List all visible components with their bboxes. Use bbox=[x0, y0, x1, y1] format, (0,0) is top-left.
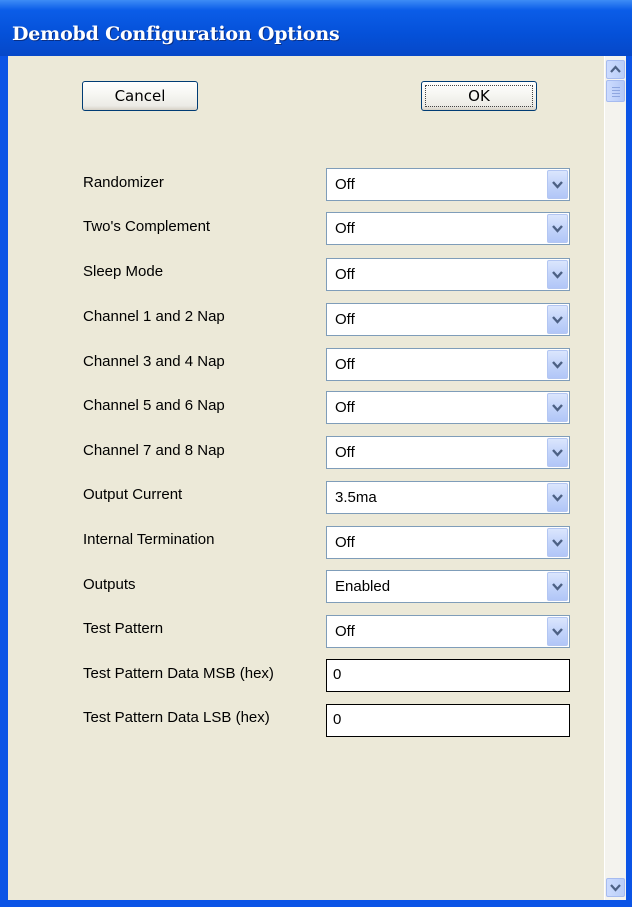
channel-3-4-nap-select[interactable]: Off bbox=[326, 348, 570, 381]
output-current-label: Output Current bbox=[83, 486, 183, 503]
test-pattern-msb-value: 0 bbox=[333, 666, 342, 683]
scroll-down-arrow-icon[interactable] bbox=[606, 878, 625, 897]
sleep-mode-label: Sleep Mode bbox=[83, 263, 164, 280]
chevron-down-icon[interactable] bbox=[547, 350, 568, 379]
channel-3-4-nap-value: Off bbox=[335, 356, 355, 373]
channel-3-4-nap-label: Channel 3 and 4 Nap bbox=[83, 353, 225, 370]
window-frame-right bbox=[626, 56, 632, 907]
vertical-scrollbar[interactable] bbox=[604, 56, 626, 900]
test-pattern-lsb-value: 0 bbox=[333, 711, 342, 728]
cancel-button[interactable]: Cancel bbox=[82, 81, 198, 111]
chevron-down-icon[interactable] bbox=[547, 214, 568, 243]
chevron-down-icon[interactable] bbox=[547, 483, 568, 512]
randomizer-value: Off bbox=[335, 176, 355, 193]
internal-termination-label: Internal Termination bbox=[83, 531, 215, 548]
channel-1-2-nap-value: Off bbox=[335, 311, 355, 328]
channel-1-2-nap-select[interactable]: Off bbox=[326, 303, 570, 336]
window-frame-bottom bbox=[0, 900, 632, 907]
ok-button[interactable]: OK bbox=[421, 81, 537, 111]
chevron-down-icon[interactable] bbox=[547, 305, 568, 334]
title-bar[interactable]: Demobd Configuration Options bbox=[0, 0, 632, 56]
test-pattern-lsb-label: Test Pattern Data LSB (hex) bbox=[83, 709, 270, 726]
channel-7-8-nap-select[interactable]: Off bbox=[326, 436, 570, 469]
test-pattern-label: Test Pattern bbox=[83, 620, 164, 637]
outputs-select[interactable]: Enabled bbox=[326, 570, 570, 603]
internal-termination-value: Off bbox=[335, 534, 355, 551]
twos-complement-select[interactable]: Off bbox=[326, 212, 570, 245]
chevron-down-icon[interactable] bbox=[547, 528, 568, 557]
channel-5-6-nap-value: Off bbox=[335, 399, 355, 416]
dialog-window: Demobd Configuration Options Cancel OK R… bbox=[0, 0, 632, 907]
ok-button-label: OK bbox=[468, 87, 490, 105]
twos-complement-label: Two's Complement bbox=[83, 218, 211, 235]
test-pattern-lsb-input[interactable]: 0 bbox=[326, 704, 570, 737]
scroll-up-arrow-icon[interactable] bbox=[606, 60, 625, 79]
dialog-client-area: Cancel OK Randomizer Off Two's Complemen… bbox=[8, 56, 604, 900]
chevron-down-icon[interactable] bbox=[547, 572, 568, 601]
outputs-value: Enabled bbox=[335, 578, 391, 595]
test-pattern-msb-input[interactable]: 0 bbox=[326, 659, 570, 692]
output-current-value: 3.5ma bbox=[335, 489, 377, 506]
channel-7-8-nap-label: Channel 7 and 8 Nap bbox=[83, 442, 225, 459]
randomizer-label: Randomizer bbox=[83, 174, 164, 191]
outputs-label: Outputs bbox=[83, 576, 136, 593]
test-pattern-select[interactable]: Off bbox=[326, 615, 570, 648]
chevron-down-icon[interactable] bbox=[547, 260, 568, 289]
window-title: Demobd Configuration Options bbox=[12, 23, 340, 45]
chevron-down-icon[interactable] bbox=[547, 438, 568, 467]
channel-5-6-nap-select[interactable]: Off bbox=[326, 391, 570, 424]
chevron-down-icon[interactable] bbox=[547, 170, 568, 199]
twos-complement-value: Off bbox=[335, 220, 355, 237]
sleep-mode-select[interactable]: Off bbox=[326, 258, 570, 291]
test-pattern-value: Off bbox=[335, 623, 355, 640]
randomizer-select[interactable]: Off bbox=[326, 168, 570, 201]
output-current-select[interactable]: 3.5ma bbox=[326, 481, 570, 514]
chevron-down-icon[interactable] bbox=[547, 393, 568, 422]
channel-5-6-nap-label: Channel 5 and 6 Nap bbox=[83, 397, 225, 414]
scrollbar-thumb[interactable] bbox=[606, 80, 625, 102]
chevron-down-icon[interactable] bbox=[547, 617, 568, 646]
test-pattern-msb-label: Test Pattern Data MSB (hex) bbox=[83, 665, 274, 682]
sleep-mode-value: Off bbox=[335, 266, 355, 283]
channel-1-2-nap-label: Channel 1 and 2 Nap bbox=[83, 308, 225, 325]
channel-7-8-nap-value: Off bbox=[335, 444, 355, 461]
internal-termination-select[interactable]: Off bbox=[326, 526, 570, 559]
